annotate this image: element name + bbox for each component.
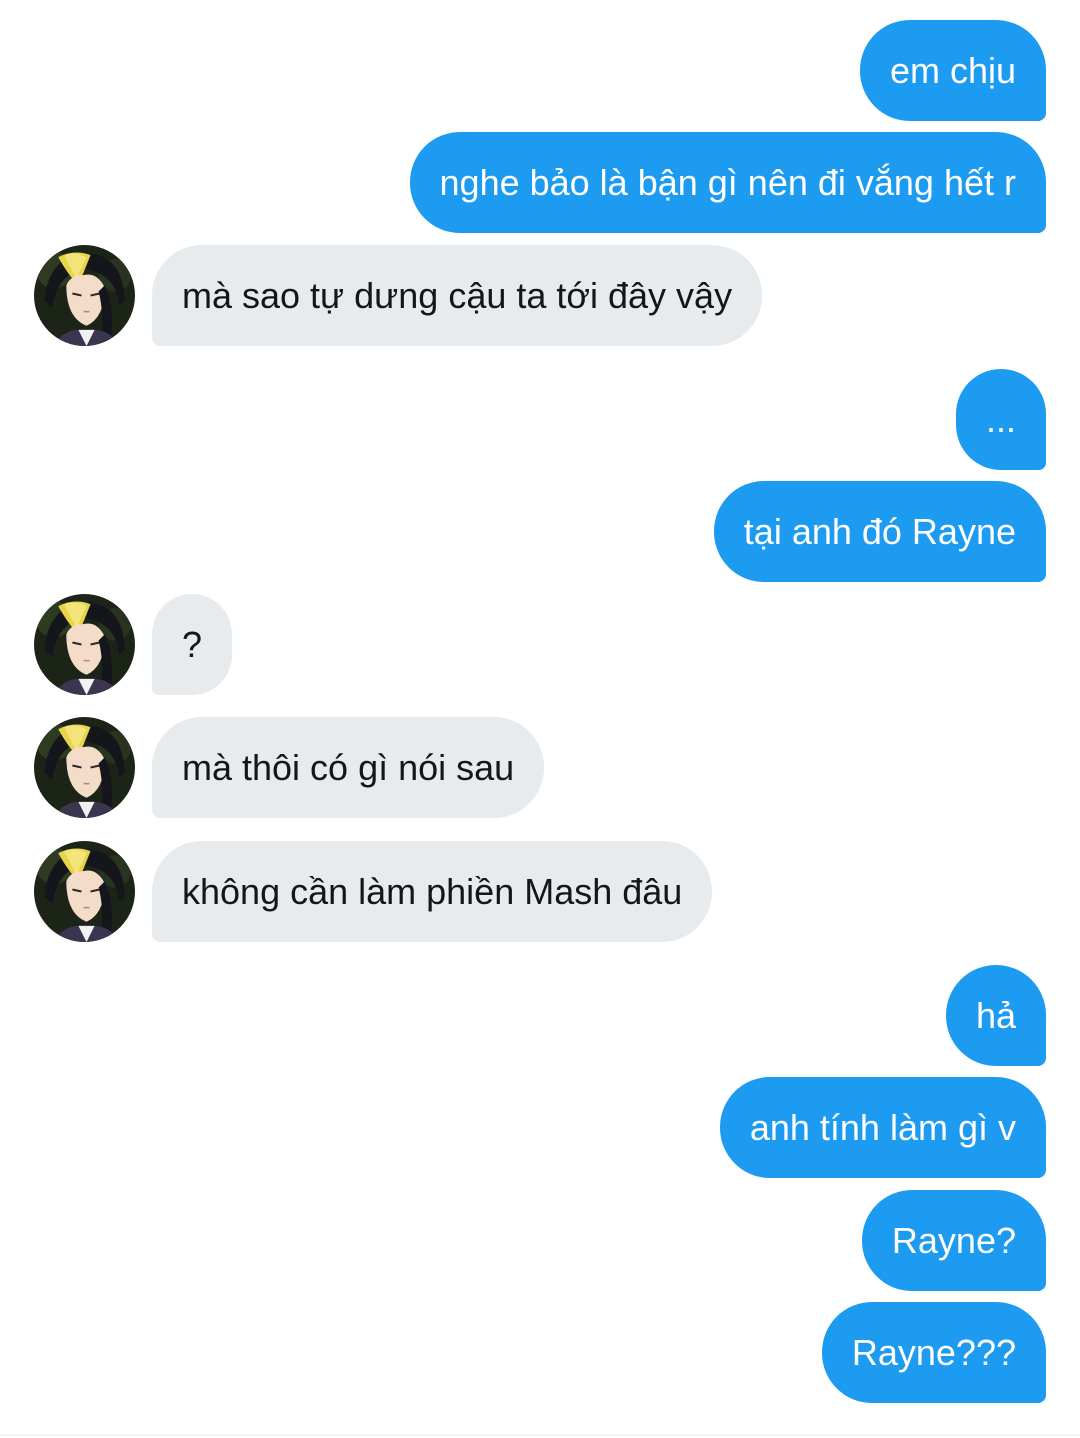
incoming-message-bubble[interactable]: mà sao tự dưng cậu ta tới đây vậy bbox=[152, 245, 763, 346]
outgoing-message-bubble[interactable]: tại anh đó Rayne bbox=[713, 481, 1046, 582]
outgoing-message-bubble[interactable]: em chịu bbox=[859, 20, 1046, 121]
incoming-message-bubble[interactable]: không cần làm phiền Mash đâu bbox=[152, 841, 713, 942]
profile-avatar-icon bbox=[34, 717, 135, 818]
outgoing-message-bubble[interactable]: anh tính làm gì v bbox=[719, 1077, 1046, 1178]
profile-avatar-icon bbox=[34, 245, 135, 346]
outgoing-message-bubble[interactable]: hả bbox=[945, 965, 1046, 1066]
conversation-thread[interactable]: em chịu nghe bảo là bận gì nên đi vắng h… bbox=[0, 0, 1080, 1438]
profile-avatar-icon bbox=[34, 841, 135, 942]
outgoing-message-bubble[interactable]: nghe bảo là bận gì nên đi vắng hết r bbox=[409, 132, 1046, 233]
incoming-message-bubble[interactable]: mà thôi có gì nói sau bbox=[152, 717, 545, 818]
contact-avatar[interactable] bbox=[34, 594, 135, 695]
outgoing-message-bubble[interactable]: Rayne??? bbox=[821, 1302, 1046, 1403]
divider bbox=[0, 1434, 1080, 1436]
contact-avatar[interactable] bbox=[34, 717, 135, 818]
incoming-message-bubble[interactable]: ? bbox=[152, 594, 233, 695]
contact-avatar[interactable] bbox=[34, 841, 135, 942]
profile-avatar-icon bbox=[34, 594, 135, 695]
contact-avatar[interactable] bbox=[34, 245, 135, 346]
outgoing-message-bubble[interactable]: ... bbox=[955, 369, 1046, 470]
outgoing-message-bubble[interactable]: Rayne? bbox=[861, 1190, 1046, 1291]
